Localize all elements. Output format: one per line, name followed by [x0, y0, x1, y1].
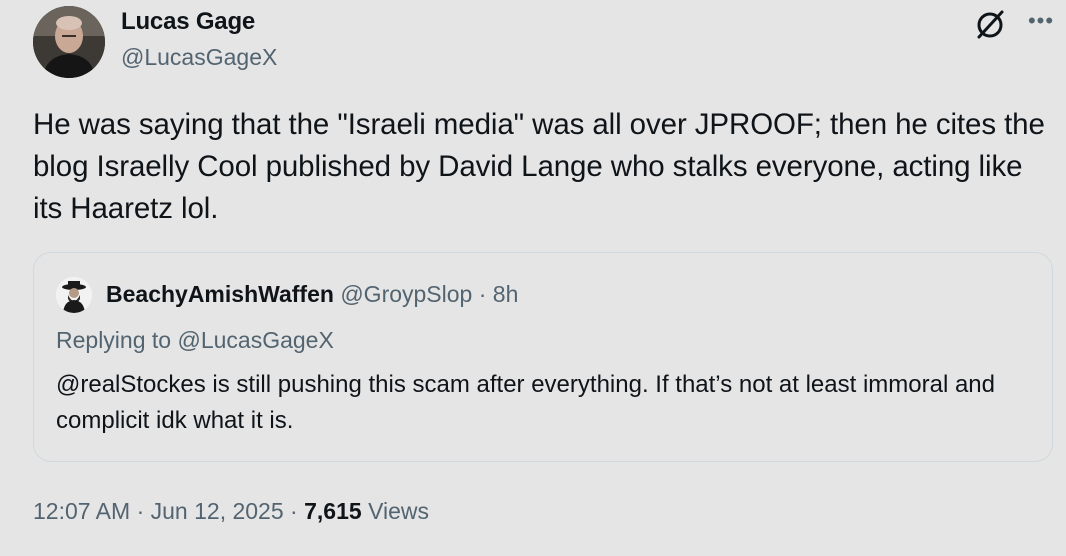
- replying-prefix: Replying to: [56, 327, 172, 353]
- quoted-author-name[interactable]: BeachyAmishWaffen: [106, 281, 334, 307]
- tweet-text: He was saying that the "Israeli media" w…: [33, 108, 1045, 225]
- quoted-author-avatar[interactable]: [56, 277, 92, 313]
- author-avatar[interactable]: [33, 6, 105, 78]
- views-count[interactable]: 7,615: [304, 498, 362, 524]
- quoted-text: @realStockes is still pushing this scam …: [56, 371, 995, 434]
- grok-icon[interactable]: [975, 8, 1007, 40]
- quoted-author-handle[interactable]: @GroypSlop: [340, 281, 472, 307]
- author-name[interactable]: Lucas Gage: [121, 8, 255, 36]
- author-handle[interactable]: @LucasGageX: [121, 44, 277, 71]
- quoted-tweet[interactable]: BeachyAmishWaffen @GroypSlop · 8h Replyi…: [33, 252, 1053, 462]
- tweet: Lucas Gage @LucasGageX ••• He was saying…: [0, 0, 1066, 556]
- separator-dot: ·: [478, 281, 487, 307]
- separator-dot: ·: [290, 498, 298, 524]
- tweet-meta: 12:07 AM · Jun 12, 2025 · 7,615 Views: [33, 498, 429, 525]
- more-options-icon[interactable]: •••: [1024, 6, 1058, 36]
- replying-to: Replying to @LucasGageX: [56, 327, 334, 354]
- quoted-header: BeachyAmishWaffen @GroypSlop · 8h: [106, 281, 518, 308]
- quoted-time[interactable]: 8h: [493, 281, 519, 307]
- replying-to-mention[interactable]: @LucasGageX: [177, 327, 333, 353]
- post-time[interactable]: 12:07 AM: [33, 498, 130, 524]
- views-label: Views: [368, 498, 429, 524]
- post-date[interactable]: Jun 12, 2025: [151, 498, 284, 524]
- separator-dot: ·: [136, 498, 145, 524]
